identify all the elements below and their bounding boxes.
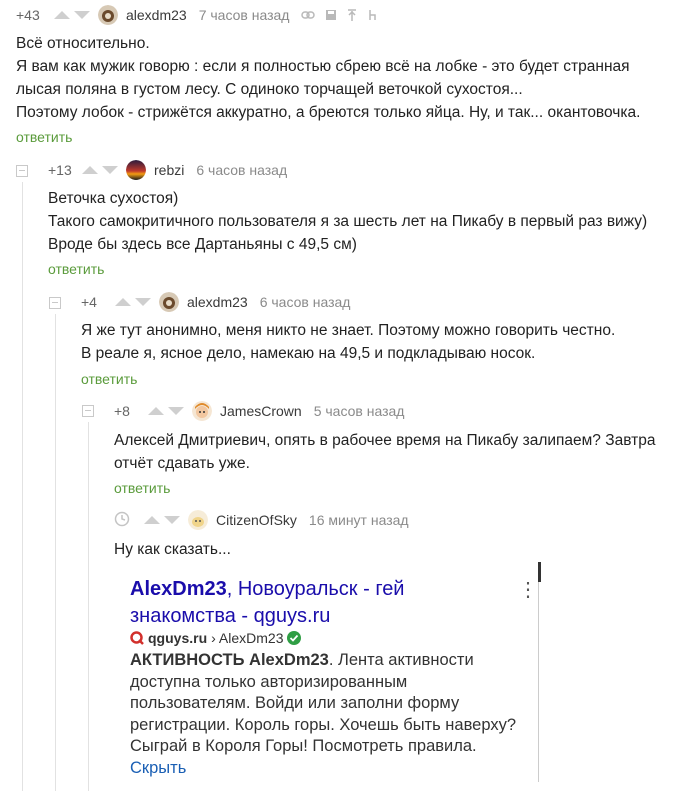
screenshot-scrollbar xyxy=(538,562,541,582)
comment-header: +8 JamesCrown 5 часов назад xyxy=(114,400,404,422)
timestamp[interactable]: 6 часов назад xyxy=(196,162,287,178)
vote-controls xyxy=(82,166,118,174)
comment-line: Я вам как мужик говорю : если я полность… xyxy=(16,58,630,75)
link-icon[interactable] xyxy=(301,10,316,20)
thread-line[interactable] xyxy=(88,422,89,791)
vote-controls xyxy=(148,407,184,415)
comment-line: Ну как сказать... xyxy=(114,541,231,558)
clock-icon xyxy=(114,511,130,526)
comment-line: Всё относительно. xyxy=(16,35,150,52)
reply-link[interactable]: ответить xyxy=(114,480,170,496)
collapse-icon[interactable] xyxy=(16,165,28,177)
vote-controls xyxy=(115,298,151,306)
username[interactable]: alexdm23 xyxy=(187,294,248,310)
username[interactable]: alexdm23 xyxy=(126,7,187,23)
comment-body: Алексей Дмитриевич, опять в рабочее врем… xyxy=(114,429,655,475)
downvote-icon[interactable] xyxy=(168,407,184,415)
upvote-icon[interactable] xyxy=(144,516,160,524)
comment-header: +4 alexdm23 6 часов назад xyxy=(81,291,350,313)
hide-link: Скрыть xyxy=(130,758,187,777)
upvote-icon[interactable] xyxy=(54,11,70,19)
reply-link[interactable]: ответить xyxy=(48,261,104,277)
desc-bold-1: АКТИВНОСТЬ xyxy=(130,651,245,669)
attached-screenshot[interactable]: ⋮ AlexDm23, Новоуральск - гей знакомства… xyxy=(116,562,542,782)
comment-body: Всё относительно. Я вам как мужик говорю… xyxy=(16,32,640,124)
rating: +4 xyxy=(81,294,97,310)
comment-line: Такого самокритичного пользователя я за … xyxy=(48,213,648,230)
upvote-icon[interactable] xyxy=(115,298,131,306)
rating: +13 xyxy=(48,162,72,178)
avatar[interactable] xyxy=(98,5,118,25)
reply-link[interactable]: ответить xyxy=(16,129,72,145)
screenshot-edge xyxy=(538,562,539,782)
comment-tools xyxy=(301,9,377,21)
rating: +8 xyxy=(114,403,130,419)
avatar[interactable] xyxy=(192,401,212,421)
search-result-snippet: АКТИВНОСТЬ AlexDm23. Лента активности до… xyxy=(130,650,530,779)
comment-body: Веточка сухостоя) Такого самокритичного … xyxy=(48,187,647,256)
title-bold: AlexDm23 xyxy=(130,578,227,600)
comment-line: лысая поляна в густом лесу. С одиноко то… xyxy=(16,81,523,98)
thread-line[interactable] xyxy=(22,182,23,791)
timestamp[interactable]: 5 часов назад xyxy=(314,403,405,419)
comment-body: Я же тут анонимно, меня никто не знает. … xyxy=(81,319,615,365)
rating xyxy=(114,511,144,530)
search-result-url: qguys.ru › AlexDm23 xyxy=(130,630,302,646)
downvote-icon[interactable] xyxy=(74,11,90,19)
vote-controls xyxy=(54,11,90,19)
comment-line: В реале я, ясное дело, намекаю на 49,5 и… xyxy=(81,345,536,362)
thread-line[interactable] xyxy=(55,314,56,791)
timestamp[interactable]: 7 часов назад xyxy=(199,7,290,23)
avatar[interactable] xyxy=(188,510,208,530)
rating: +43 xyxy=(16,7,40,23)
comment-line: Поэтому лобок - стрижётся аккуратно, а б… xyxy=(16,104,641,121)
comment-line: Я же тут анонимно, меня никто не знает. … xyxy=(81,322,616,339)
comment-body: Ну как сказать... xyxy=(114,538,231,561)
username[interactable]: JamesCrown xyxy=(220,403,302,419)
downvote-icon[interactable] xyxy=(102,166,118,174)
site-domain: qguys.ru xyxy=(148,630,208,646)
comment-header: +13 rebzi 6 часов назад xyxy=(48,159,287,181)
reply-link[interactable]: ответить xyxy=(81,371,137,387)
downvote-icon[interactable] xyxy=(135,298,151,306)
collapse-icon[interactable] xyxy=(49,297,61,309)
comment-line: Вроде бы здесь все Дартаньяны с 49,5 см) xyxy=(48,236,357,253)
timestamp[interactable]: 16 минут назад xyxy=(309,512,409,528)
comment-line: отчёт сдавать уже. xyxy=(114,455,250,472)
more-options-icon: ⋮ xyxy=(518,579,538,601)
upvote-icon[interactable] xyxy=(82,166,98,174)
verified-icon xyxy=(287,631,302,645)
timestamp[interactable]: 6 часов назад xyxy=(260,294,351,310)
comment-header: CitizenOfSky 16 минут назад xyxy=(114,509,409,531)
search-result-title: AlexDm23, Новоуральск - гей знакомства -… xyxy=(130,576,510,630)
comment-line: Алексей Дмитриевич, опять в рабочее врем… xyxy=(114,432,656,449)
username[interactable]: CitizenOfSky xyxy=(216,512,297,528)
upvote-icon[interactable] xyxy=(148,407,164,415)
site-path: › AlexDm23 xyxy=(211,630,284,646)
vote-controls xyxy=(144,516,180,524)
avatar[interactable] xyxy=(126,160,146,180)
username[interactable]: rebzi xyxy=(154,162,184,178)
save-icon[interactable] xyxy=(325,9,337,21)
desc-bold-2: AlexDm23 xyxy=(249,651,329,669)
comment-line: Веточка сухостоя) xyxy=(48,190,179,207)
comment-header: +43 alexdm23 7 часов назад xyxy=(16,4,377,26)
collapse-icon[interactable] xyxy=(82,405,94,417)
scroll-to-parent-icon[interactable] xyxy=(347,9,357,21)
avatar[interactable] xyxy=(159,292,179,312)
downvote-icon[interactable] xyxy=(164,516,180,524)
branch-icon[interactable] xyxy=(367,9,377,21)
site-favicon-icon xyxy=(130,631,144,645)
